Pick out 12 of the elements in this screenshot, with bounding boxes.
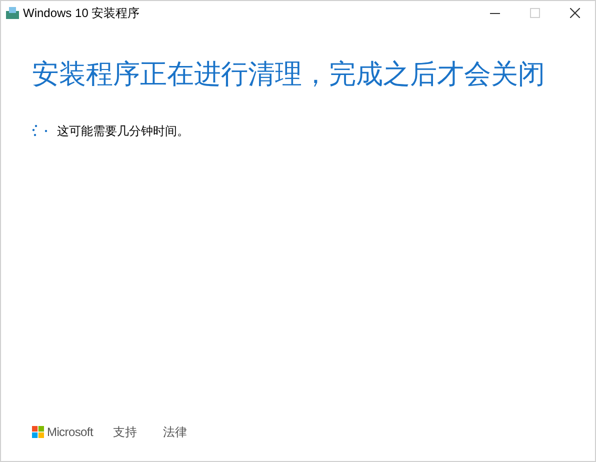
microsoft-logo-icon <box>32 426 44 438</box>
close-icon <box>570 8 580 18</box>
window-title: Windows 10 安装程序 <box>23 5 140 22</box>
footer-link[interactable]: 支持 <box>112 423 137 441</box>
setup-app-icon <box>6 7 19 19</box>
footer-link[interactable]: 法律 <box>162 423 187 441</box>
spinner-icon <box>32 124 48 138</box>
status-text: 这可能需要几分钟时间。 <box>57 123 189 140</box>
maximize-icon <box>530 8 540 18</box>
heading: 安装程序正在进行清理，完成之后才会关闭 <box>32 58 546 91</box>
brand-name: Microsoft <box>47 424 93 441</box>
minimize-icon <box>490 12 500 14</box>
